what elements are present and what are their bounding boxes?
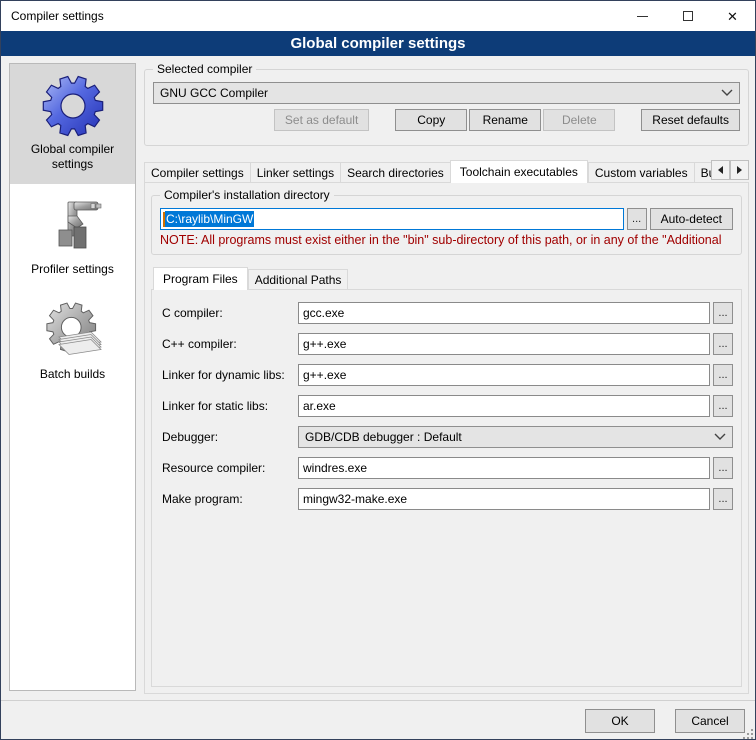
c-compiler-input[interactable] [298,302,710,324]
auto-detect-button[interactable]: Auto-detect [650,208,733,230]
installation-directory-input[interactable]: C:\raylib\MinGW [160,208,624,230]
tab-scrollers [711,160,749,180]
linker-static-input[interactable] [298,395,710,417]
installation-directory-row: C:\raylib\MinGW ... Auto-detect [160,208,733,230]
field-row-cpp-compiler: C++ compiler: ... [162,333,733,355]
compiler-settings-dialog: Compiler settings ✕ Global compiler sett… [0,0,756,740]
compiler-select[interactable]: GNU GCC Compiler [153,82,740,104]
sidebar-item-label: Profiler settings [14,262,131,277]
set-as-default-button[interactable]: Set as default [274,109,369,131]
field-label: C compiler: [162,306,295,320]
chevron-down-icon [721,89,733,97]
bin-subdirectory-note: NOTE: All programs must exist either in … [160,233,733,247]
delete-button[interactable]: Delete [543,109,615,131]
arrow-right-icon [737,166,742,174]
cancel-button[interactable]: Cancel [675,709,745,733]
close-button[interactable]: ✕ [710,1,755,31]
field-row-debugger: Debugger: GDB/CDB debugger : Default [162,426,733,448]
maximize-icon [683,11,693,21]
gray-gear-stack-icon [41,299,105,363]
field-label: Linker for static libs: [162,399,295,413]
field-label: Debugger: [162,430,295,444]
compiler-buttons-row: Set as default Copy Rename Delete Reset … [153,109,740,131]
browse-resource-compiler-button[interactable]: ... [713,457,733,479]
selected-compiler-group: Selected compiler GNU GCC Compiler Set a… [144,69,749,146]
tab-search-directories[interactable]: Search directories [340,162,450,183]
settings-category-list: Global compiler settings [9,63,136,691]
ok-button[interactable]: OK [585,709,655,733]
field-label: Make program: [162,492,295,506]
installation-directory-group: Compiler's installation directory C:\ray… [151,195,742,255]
program-files-tabstrip: Program Files Additional Paths [153,267,748,290]
program-files-panel: C compiler: ... C++ compiler: ... Linker… [151,289,742,687]
dialog-body: Global compiler settings [1,56,755,700]
caption-buttons: ✕ [620,1,755,31]
tab-additional-paths[interactable]: Additional Paths [248,269,349,290]
sidebar-item-profiler-settings[interactable]: Profiler settings [10,184,135,289]
field-row-make-program: Make program: ... [162,488,733,510]
dialog-footer: OK Cancel [1,700,755,740]
browse-directory-button[interactable]: ... [627,208,647,230]
window-title: Compiler settings [1,9,620,23]
browse-linker-static-button[interactable]: ... [713,395,733,417]
main-panel: Selected compiler GNU GCC Compiler Set a… [144,62,749,694]
tab-scroll-left-button[interactable] [711,160,730,180]
field-row-linker-static: Linker for static libs: ... [162,395,733,417]
sidebar-item-label: Batch builds [14,367,131,382]
field-label: Linker for dynamic libs: [162,368,295,382]
sidebar-item-label: Global compiler settings [14,142,131,172]
browse-linker-dynamic-button[interactable]: ... [713,364,733,386]
cpp-compiler-input[interactable] [298,333,710,355]
sidebar-item-batch-builds[interactable]: Batch builds [10,289,135,394]
tab-linker-settings[interactable]: Linker settings [250,162,340,183]
debugger-select[interactable]: GDB/CDB debugger : Default [298,426,733,448]
sidebar-item-global-compiler-settings[interactable]: Global compiler settings [10,64,135,184]
rename-button[interactable]: Rename [469,109,541,131]
installation-directory-value: C:\raylib\MinGW [165,211,254,227]
close-icon: ✕ [727,10,738,23]
minimize-button[interactable] [620,1,665,31]
minimize-icon [637,16,648,17]
chevron-down-icon [714,433,726,441]
toolchain-executables-panel: Compiler's installation directory C:\ray… [144,182,749,694]
page-title: Global compiler settings [1,31,755,56]
linker-dynamic-input[interactable] [298,364,710,386]
copy-button[interactable]: Copy [395,109,467,131]
tab-program-files[interactable]: Program Files [153,267,248,290]
field-label: Resource compiler: [162,461,295,475]
browse-cpp-compiler-button[interactable]: ... [713,333,733,355]
maximize-button[interactable] [665,1,710,31]
tab-compiler-settings[interactable]: Compiler settings [144,162,250,183]
resource-compiler-input[interactable] [298,457,710,479]
reset-defaults-button[interactable]: Reset defaults [641,109,740,131]
title-bar: Compiler settings ✕ [1,1,755,31]
debugger-select-value: GDB/CDB debugger : Default [305,430,462,444]
field-row-c-compiler: C compiler: ... [162,302,733,324]
selected-compiler-group-label: Selected compiler [153,62,256,76]
blue-gear-icon [41,74,105,138]
browse-c-compiler-button[interactable]: ... [713,302,733,324]
arrow-left-icon [718,166,723,174]
tab-build-options[interactable]: Build [694,162,711,183]
tab-scroll-right-button[interactable] [730,160,749,180]
field-row-linker-dynamic: Linker for dynamic libs: ... [162,364,733,386]
settings-tabstrip: Compiler settings Linker settings Search… [144,160,749,183]
compiler-select-value: GNU GCC Compiler [160,86,268,100]
browse-make-program-button[interactable]: ... [713,488,733,510]
tab-custom-variables[interactable]: Custom variables [588,162,694,183]
field-label: C++ compiler: [162,337,295,351]
make-program-input[interactable] [298,488,710,510]
resize-grip[interactable] [743,729,753,739]
field-row-resource-compiler: Resource compiler: ... [162,457,733,479]
installation-directory-group-label: Compiler's installation directory [160,188,334,202]
tab-toolchain-executables[interactable]: Toolchain executables [450,160,588,183]
caliper-icon [41,194,105,258]
